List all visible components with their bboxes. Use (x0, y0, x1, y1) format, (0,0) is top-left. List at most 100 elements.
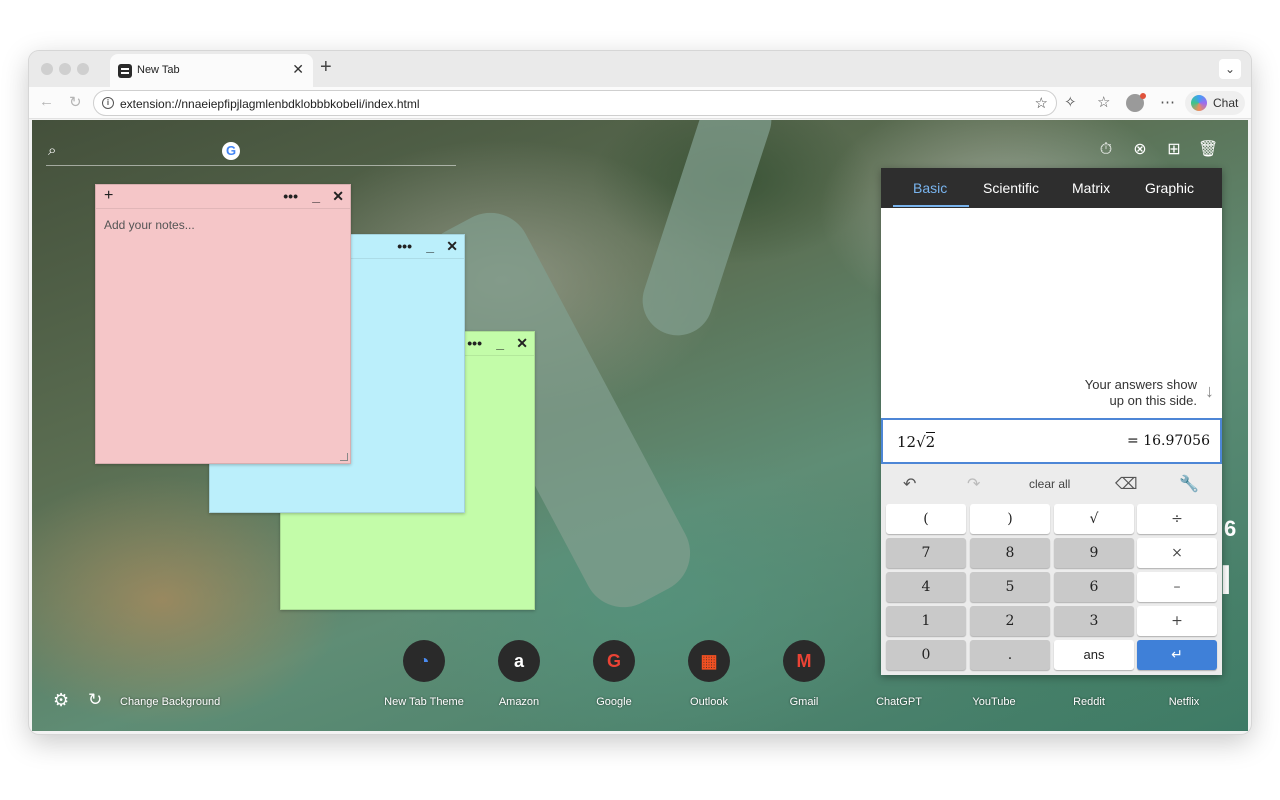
reload-icon[interactable]: ↻ (69, 93, 82, 111)
clear-all-button[interactable]: clear all (1029, 477, 1070, 491)
more-menu-icon[interactable]: ⋯ (1160, 93, 1175, 111)
key-7[interactable]: 7 (886, 538, 966, 568)
minimize-window-button[interactable] (59, 63, 71, 75)
chat-button[interactable]: Chat (1185, 91, 1245, 115)
tab-basic[interactable]: Basic (913, 180, 947, 196)
note-minimize-icon[interactable]: _ (496, 335, 504, 351)
shortcut-label: Reddit (1073, 696, 1105, 708)
shortcut-outlook[interactable]: ▦ Outlook (664, 640, 754, 708)
search-icon[interactable]: ⌕ (48, 142, 56, 159)
radical-sign: √ (916, 433, 926, 451)
expression-input[interactable]: 12√2 = 16.97056 (881, 418, 1222, 464)
bookmark-star-icon[interactable]: ☆ (1035, 94, 1048, 112)
shortcut-chatgpt[interactable]: ChatGPT (854, 640, 944, 708)
key-multiply[interactable]: × (1137, 538, 1217, 568)
key-plus[interactable]: + (1137, 606, 1217, 636)
key-left-paren[interactable]: ( (886, 504, 966, 534)
note-close-icon[interactable]: ✕ (446, 238, 458, 255)
tab-title: New Tab (137, 64, 180, 76)
result-value: = 16.97056 (1127, 433, 1210, 449)
browser-window: New Tab ✕ + ⌄ ← ↻ i extension://nnaeiepf… (29, 51, 1251, 734)
resize-handle[interactable] (340, 453, 348, 461)
shortcut-label: Amazon (498, 696, 540, 708)
url-text[interactable]: extension://nnaeiepfipjlagmlenbdklobbbko… (120, 97, 420, 111)
undo-icon[interactable]: ↶ (903, 474, 916, 494)
shortcut-netflix[interactable]: Netflix (1139, 640, 1229, 708)
shortcut-new-tab-theme[interactable]: ◔ New Tab Theme (379, 640, 469, 708)
tab-matrix[interactable]: Matrix (1072, 180, 1110, 196)
tab-close-icon[interactable]: ✕ (292, 61, 304, 78)
key-8[interactable]: 8 (970, 538, 1050, 568)
new-tab-button[interactable]: + (320, 56, 332, 79)
zoom-window-button[interactable] (77, 63, 89, 75)
notification-dot (1140, 93, 1146, 99)
shortcut-google[interactable]: G Google (569, 640, 659, 708)
key-5[interactable]: 5 (970, 572, 1050, 602)
tab-graphic[interactable]: Graphic (1145, 180, 1194, 196)
shortcut-label: Outlook (690, 696, 728, 708)
timer-icon[interactable]: ⏱ (1096, 140, 1116, 160)
gmail-icon: M (783, 640, 825, 682)
shortcut-youtube[interactable]: YouTube (949, 640, 1039, 708)
history-hint: Your answers show up on this side. (1085, 377, 1197, 409)
shortcut-label: Netflix (1168, 696, 1200, 708)
redo-icon[interactable]: ↷ (967, 474, 980, 494)
key-divide[interactable]: ÷ (1137, 504, 1217, 534)
shortcut-label: ChatGPT (876, 696, 922, 708)
curved-arrow-icon: ↓ (1205, 381, 1214, 401)
key-2[interactable]: 2 (970, 606, 1050, 636)
settings-wrench-icon[interactable]: 🔧 (1179, 474, 1199, 494)
favicon-icon (118, 64, 132, 78)
note-close-icon[interactable]: ✕ (516, 335, 528, 352)
shortcut-label: Google (596, 696, 632, 708)
key-minus[interactable]: – (1137, 572, 1217, 602)
note-menu-icon[interactable]: ••• (397, 238, 412, 254)
google-icon[interactable]: G (222, 142, 240, 160)
back-arrow-icon[interactable]: ← (39, 93, 54, 110)
calculator-controls: ↶ ↷ clear all ⌫ 🔧 (881, 468, 1222, 500)
address-bar[interactable]: i extension://nnaeiepfipjlagmlenbdklobbb… (93, 90, 1057, 116)
shortcut-label: YouTube (972, 696, 1016, 708)
tab-scientific[interactable]: Scientific (983, 180, 1039, 196)
radicand: 2 (925, 432, 936, 451)
sticky-note-pink[interactable]: + ••• _ ✕ Add your notes... (95, 184, 351, 464)
favorites-icon[interactable]: ☆ (1097, 93, 1110, 111)
tab-new-tab[interactable]: New Tab ✕ (110, 54, 313, 87)
trash-icon[interactable]: 🗑 (1198, 140, 1218, 160)
expression[interactable]: 12√2 (897, 432, 936, 451)
key-4[interactable]: 4 (886, 572, 966, 602)
note-add-icon[interactable]: + (104, 187, 113, 205)
shortcut-amazon[interactable]: a Amazon (474, 640, 564, 708)
note-menu-icon[interactable]: ••• (283, 188, 298, 204)
active-tab-indicator (893, 205, 969, 207)
key-right-paren[interactable]: ) (970, 504, 1050, 534)
key-6[interactable]: 6 (1054, 572, 1134, 602)
refresh-icon[interactable]: ↻ (88, 690, 102, 710)
backspace-icon[interactable]: ⌫ (1115, 474, 1138, 494)
gear-icon[interactable]: ⚙ (53, 690, 69, 711)
key-sqrt[interactable]: √ (1054, 504, 1134, 534)
key-1[interactable]: 1 (886, 606, 966, 636)
change-background-link[interactable]: Change Background (120, 696, 220, 708)
note-close-icon[interactable]: ✕ (332, 188, 344, 205)
note-textarea[interactable]: Add your notes... (104, 218, 195, 232)
add-note-icon[interactable]: ⊞ (1164, 140, 1184, 160)
extensions-icon[interactable]: ✧ (1064, 93, 1077, 111)
tab-search-button[interactable]: ⌄ (1219, 59, 1241, 79)
search-input[interactable] (46, 165, 456, 166)
compass-icon: ◔ (403, 640, 445, 682)
close-circle-icon[interactable]: ⊗ (1130, 140, 1150, 160)
shortcut-reddit[interactable]: Reddit (1044, 640, 1134, 708)
close-window-button[interactable] (41, 63, 53, 75)
note-minimize-icon[interactable]: _ (312, 188, 320, 204)
tab-bar: New Tab ✕ + ⌄ (29, 51, 1251, 87)
key-3[interactable]: 3 (1054, 606, 1134, 636)
note-header: + ••• _ ✕ (96, 185, 350, 209)
info-icon[interactable]: i (102, 97, 114, 109)
chat-label: Chat (1213, 96, 1239, 110)
shortcut-label: New Tab Theme (384, 696, 464, 708)
shortcut-gmail[interactable]: M Gmail (759, 640, 849, 708)
note-menu-icon[interactable]: ••• (467, 335, 482, 351)
note-minimize-icon[interactable]: _ (426, 238, 434, 254)
key-9[interactable]: 9 (1054, 538, 1134, 568)
